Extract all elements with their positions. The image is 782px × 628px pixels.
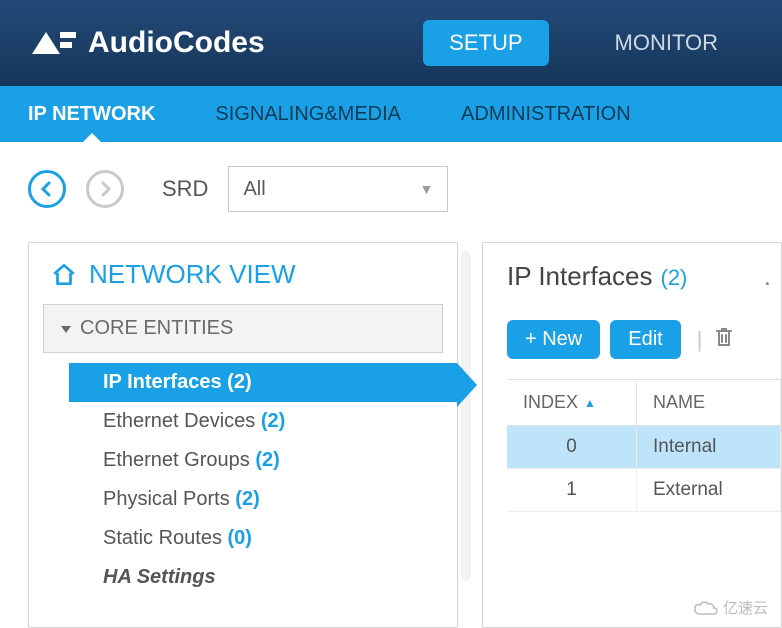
column-name[interactable]: NAME: [637, 380, 781, 425]
tab-setup[interactable]: SETUP: [423, 20, 548, 66]
sidebar-item-label: Ethernet Devices: [103, 410, 255, 432]
overflow-indicator: .: [764, 261, 771, 292]
nav-forward-button[interactable]: [86, 170, 124, 208]
sidebar-item-ethernet-groups[interactable]: Ethernet Groups (2): [69, 441, 457, 480]
action-row: + New Edit |: [507, 320, 781, 359]
brand-icon: [28, 24, 80, 62]
group-label: CORE ENTITIES: [80, 317, 233, 340]
mode-tabs: SETUP MONITOR: [423, 20, 754, 66]
watermark: 亿速云: [693, 597, 768, 618]
group-core-entities[interactable]: CORE ENTITIES: [43, 304, 443, 353]
top-bar: AudioCodes SETUP MONITOR: [0, 0, 782, 86]
delete-button[interactable]: [714, 326, 734, 353]
cell-name: Internal: [637, 426, 781, 468]
sidebar-item-ip-interfaces[interactable]: IP Interfaces (2): [69, 363, 457, 402]
sidebar-item-label: HA Settings: [103, 566, 216, 588]
content-body: NETWORK VIEW CORE ENTITIES IP Interfaces…: [0, 226, 782, 628]
tab-monitor[interactable]: MONITOR: [589, 20, 744, 66]
page-title-text: IP Interfaces: [507, 261, 653, 292]
sub-nav: IP NETWORK SIGNALING&MEDIA ADMINISTRATIO…: [0, 86, 782, 142]
subnav-signaling-media[interactable]: SIGNALING&MEDIA: [215, 86, 401, 142]
cell-index: 1: [507, 469, 637, 511]
table-row[interactable]: 1 External: [507, 469, 781, 512]
srd-select-value: All: [243, 178, 265, 201]
separator: |: [697, 327, 703, 353]
nav-list: IP Interfaces (2) Ethernet Devices (2) E…: [29, 359, 457, 597]
network-view-label: NETWORK VIEW: [89, 259, 296, 290]
nav-back-button[interactable]: [28, 170, 66, 208]
table-row[interactable]: 0 Internal: [507, 426, 781, 469]
srd-select[interactable]: All ▼: [228, 166, 448, 212]
sidebar-item-physical-ports[interactable]: Physical Ports (2): [69, 480, 457, 519]
sidebar-item-label: Physical Ports: [103, 488, 230, 510]
column-label: INDEX: [523, 392, 578, 413]
sidebar-item-label: Ethernet Groups: [103, 449, 250, 471]
sidebar-item-count: (2): [255, 449, 279, 471]
sidebar-item-ha-settings[interactable]: HA Settings: [69, 558, 457, 597]
subnav-ip-network[interactable]: IP NETWORK: [28, 86, 155, 142]
brand-logo: AudioCodes: [28, 24, 423, 62]
column-label: NAME: [653, 392, 705, 413]
arrow-right-icon: [96, 180, 114, 198]
side-panel: NETWORK VIEW CORE ENTITIES IP Interfaces…: [28, 242, 458, 628]
toolbar: SRD All ▼: [0, 142, 782, 226]
new-button[interactable]: + New: [507, 320, 600, 359]
main-panel: IP Interfaces (2) . + New Edit | INDEX ▲…: [482, 242, 782, 628]
trash-icon: [714, 326, 734, 348]
sidebar-item-ethernet-devices[interactable]: Ethernet Devices (2): [69, 402, 457, 441]
sidebar-item-count: (0): [228, 527, 252, 549]
page-title: IP Interfaces (2) .: [507, 261, 781, 292]
sidebar-item-static-routes[interactable]: Static Routes (0): [69, 519, 457, 558]
column-index[interactable]: INDEX ▲: [507, 380, 637, 425]
chevron-down-icon: ▼: [420, 181, 434, 197]
srd-label: SRD: [162, 176, 208, 202]
watermark-text: 亿速云: [723, 597, 768, 618]
sidebar-item-count: (2): [227, 371, 251, 393]
ip-interfaces-table: INDEX ▲ NAME 0 Internal 1 External: [507, 379, 781, 512]
subnav-administration[interactable]: ADMINISTRATION: [461, 86, 631, 142]
sidebar-item-count: (2): [261, 410, 285, 432]
scrollbar[interactable]: [461, 251, 471, 581]
arrow-left-icon: [38, 180, 56, 198]
brand-text: AudioCodes: [88, 26, 265, 60]
home-icon: [51, 262, 77, 288]
network-view-link[interactable]: NETWORK VIEW: [29, 243, 457, 300]
edit-button[interactable]: Edit: [610, 320, 680, 359]
table-header: INDEX ▲ NAME: [507, 380, 781, 426]
sort-asc-icon: ▲: [584, 396, 596, 410]
sidebar-item-label: IP Interfaces: [103, 371, 222, 393]
cell-index: 0: [507, 426, 637, 468]
page-title-count: (2): [661, 265, 688, 291]
sidebar-item-count: (2): [235, 488, 259, 510]
cell-name: External: [637, 469, 781, 511]
sidebar-item-label: Static Routes: [103, 527, 222, 549]
triangle-down-icon: [60, 323, 72, 335]
cloud-icon: [693, 600, 719, 616]
